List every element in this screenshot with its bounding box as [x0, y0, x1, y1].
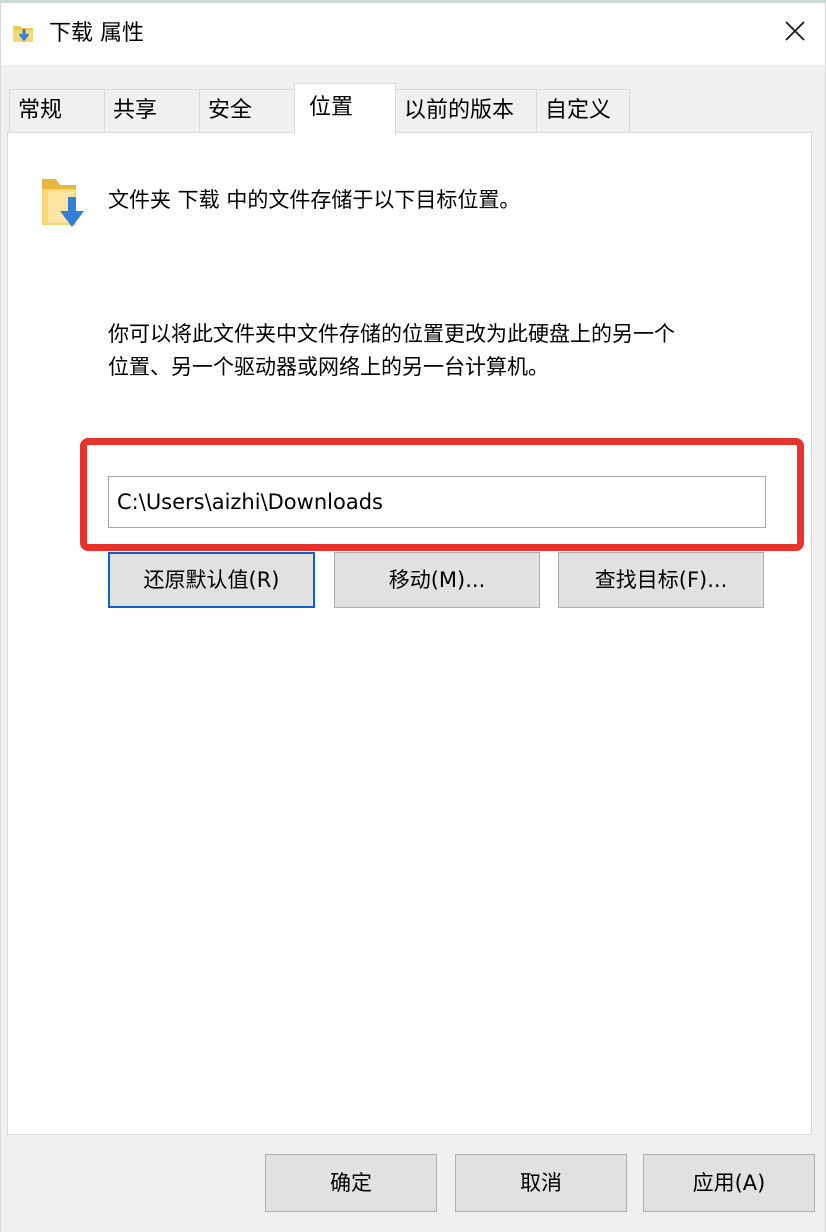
tab-previous-versions[interactable]: 以前的版本: [395, 89, 537, 133]
ok-button[interactable]: 确定: [265, 1154, 437, 1212]
folder-download-icon: [40, 173, 90, 231]
location-panel: 文件夹 下载 中的文件存储于以下目标位置。 你可以将此文件夹中文件存储的位置更改…: [7, 132, 812, 1135]
apply-button[interactable]: 应用(A): [643, 1154, 815, 1212]
tab-general[interactable]: 常规: [9, 89, 105, 133]
properties-window: 下载 属性 常规 共享 安全 位置 以前的版本 自定义 文件夹 下载 中的文件存…: [0, 0, 826, 1232]
title-bar[interactable]: 下载 属性: [1, 3, 825, 65]
tab-strip: 常规 共享 安全 位置 以前的版本 自定义: [1, 65, 825, 135]
folder-download-icon: [11, 21, 37, 47]
close-icon: [783, 19, 807, 47]
close-button[interactable]: [765, 3, 825, 63]
location-description: 你可以将此文件夹中文件存储的位置更改为此硬盘上的另一个 位置、另一个驱动器或网络…: [108, 318, 788, 384]
location-path-input[interactable]: [108, 476, 766, 528]
move-button[interactable]: 移动(M)...: [334, 552, 540, 608]
tab-sharing[interactable]: 共享: [104, 89, 200, 133]
location-heading: 文件夹 下载 中的文件存储于以下目标位置。: [108, 188, 521, 212]
cancel-button[interactable]: 取消: [455, 1154, 627, 1212]
find-target-button[interactable]: 查找目标(F)...: [558, 552, 764, 608]
tab-location[interactable]: 位置: [294, 83, 396, 135]
window-title: 下载 属性: [49, 21, 144, 46]
tab-customize[interactable]: 自定义: [536, 89, 630, 133]
restore-default-button[interactable]: 还原默认值(R): [108, 552, 315, 608]
tab-security[interactable]: 安全: [199, 89, 295, 133]
description-line-1: 你可以将此文件夹中文件存储的位置更改为此硬盘上的另一个: [108, 322, 675, 346]
description-line-2: 位置、另一个驱动器或网络上的另一台计算机。: [108, 355, 549, 379]
